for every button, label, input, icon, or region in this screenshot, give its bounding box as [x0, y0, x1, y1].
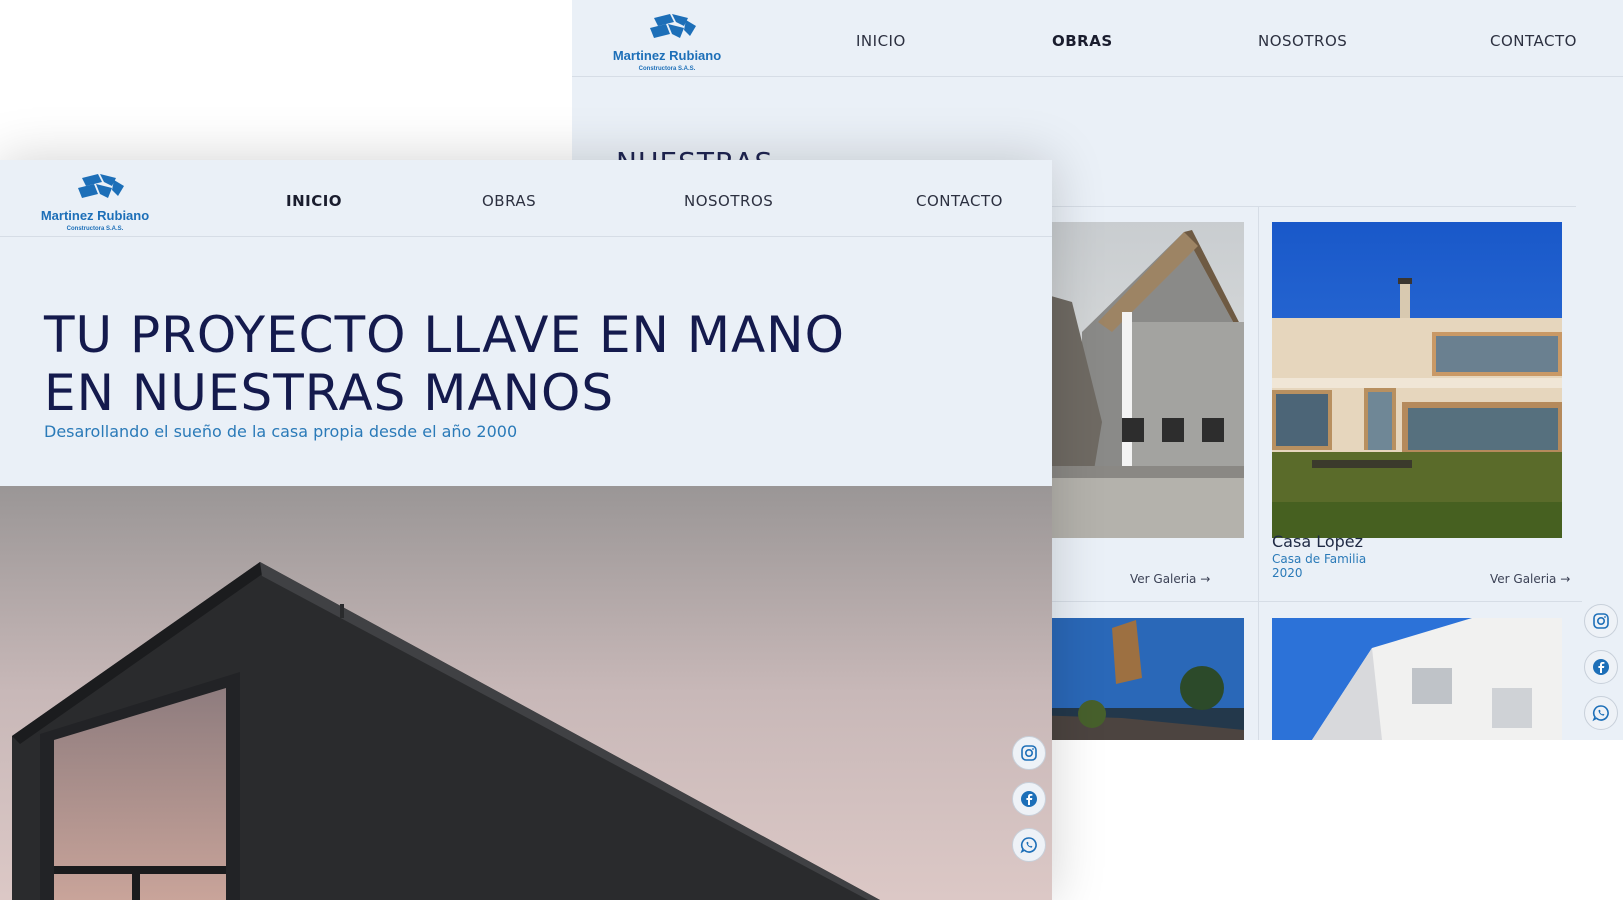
instagram-icon[interactable]	[1012, 736, 1046, 770]
inicio-page-window: Martinez Rubiano Constructora S.A.S. INI…	[0, 160, 1052, 900]
whatsapp-icon[interactable]	[1584, 696, 1618, 730]
logo-name: Martinez Rubiano	[613, 48, 721, 63]
card-year: 2020	[1272, 566, 1303, 580]
inicio-navbar: Martinez Rubiano Constructora S.A.S. INI…	[0, 160, 1052, 237]
nav-obras[interactable]: OBRAS	[482, 192, 536, 210]
card-link-ver-galeria[interactable]: Ver Galeria →	[1130, 572, 1210, 586]
logo-tagline: Constructora S.A.S.	[639, 66, 696, 72]
nav-nosotros[interactable]: NOSOTROS	[1258, 32, 1347, 50]
card-image-white-house[interactable]	[1272, 618, 1562, 740]
instagram-icon[interactable]	[1584, 604, 1618, 638]
obras-navbar: Martinez Rubiano Constructora S.A.S. INI…	[572, 0, 1623, 77]
hero-title-line2: EN NUESTRAS MANOS	[44, 364, 615, 422]
company-logo[interactable]: Martinez Rubiano Constructora S.A.S.	[612, 12, 722, 74]
company-logo[interactable]: Martinez Rubiano Constructora S.A.S.	[40, 172, 150, 234]
hero-image	[0, 486, 1052, 900]
grid-divider-vertical	[1258, 206, 1259, 740]
whatsapp-icon[interactable]	[1012, 828, 1046, 862]
facebook-icon[interactable]	[1584, 650, 1618, 684]
nav-obras[interactable]: OBRAS	[1052, 32, 1113, 50]
card-image-casa-lopez[interactable]	[1272, 222, 1562, 538]
logo-name: Martinez Rubiano	[41, 208, 149, 223]
hero-subtitle: Desarollando el sueño de la casa propia …	[44, 422, 518, 441]
nav-nosotros[interactable]: NOSOTROS	[684, 192, 773, 210]
hero-title: TU PROYECTO LLAVE EN MANO EN NUESTRAS MA…	[44, 306, 845, 422]
facebook-icon[interactable]	[1012, 782, 1046, 816]
nav-contacto[interactable]: CONTACTO	[916, 192, 1003, 210]
nav-inicio[interactable]: INICIO	[856, 32, 906, 50]
card-type: Casa de Familia	[1272, 552, 1367, 566]
screenshot-stage: Martinez Rubiano Constructora S.A.S. INI…	[0, 0, 1623, 900]
hero-title-line1: TU PROYECTO LLAVE EN MANO	[44, 306, 845, 364]
nav-inicio[interactable]: INICIO	[286, 192, 342, 210]
logo-tagline: Constructora S.A.S.	[67, 226, 124, 232]
card-name: Casa Lopez	[1272, 532, 1364, 551]
nav-contacto[interactable]: CONTACTO	[1490, 32, 1577, 50]
card-link-ver-galeria[interactable]: Ver Galeria →	[1490, 572, 1570, 586]
